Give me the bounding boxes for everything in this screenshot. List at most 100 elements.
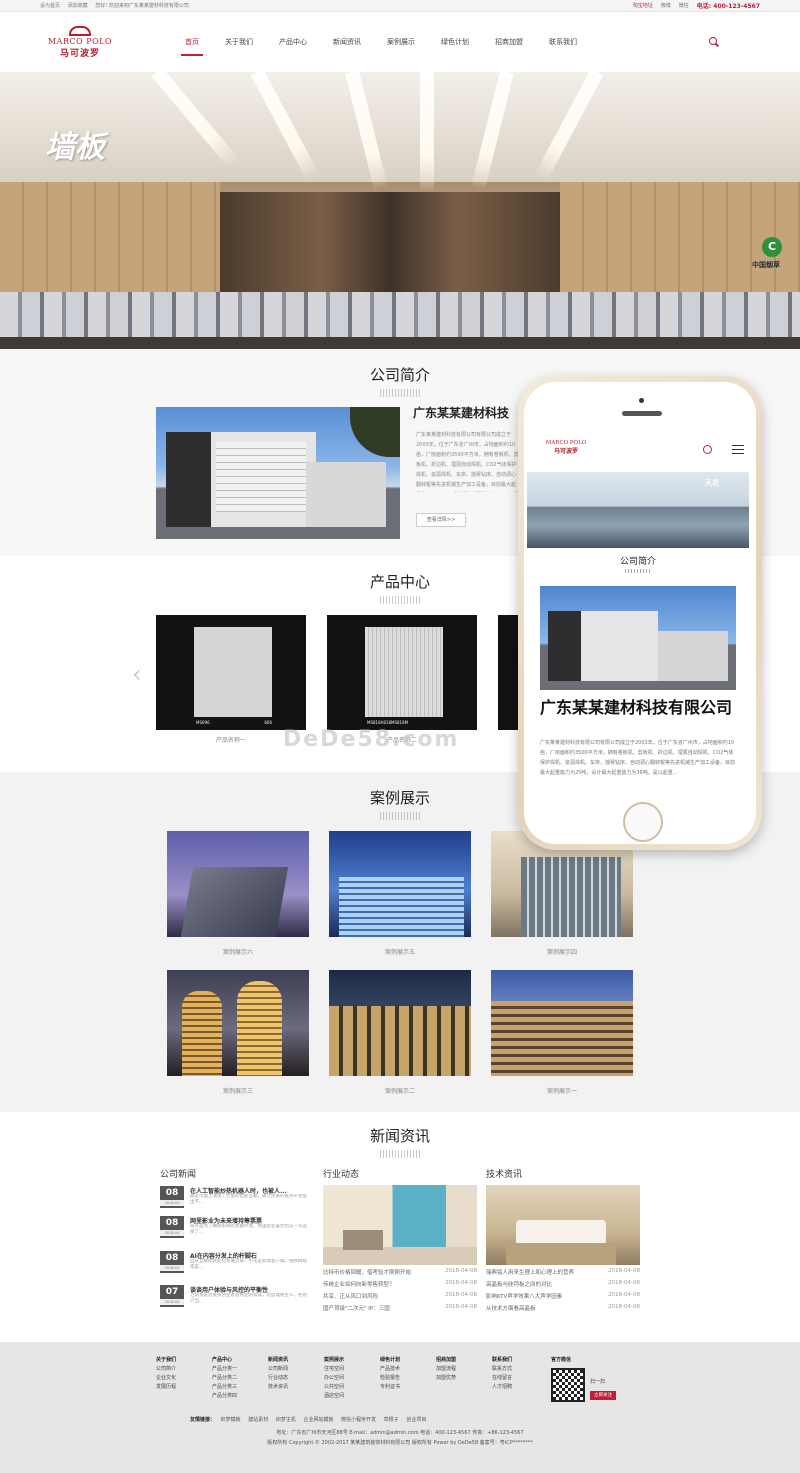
nav-item-about[interactable]: 关于我们 [215, 12, 263, 72]
footer-link[interactable]: 产品分类三 [212, 1383, 237, 1392]
case-image[interactable] [167, 970, 309, 1076]
footer-link[interactable]: 联系方式 [492, 1365, 512, 1374]
tech-news-line[interactable]: 瑞典铭人用来生理上和心理上的营养 2018-04-08 [486, 1268, 640, 1278]
friend-link[interactable]: 建站素材 [248, 1417, 268, 1423]
friend-link[interactable]: 企业网站模板 [303, 1417, 333, 1423]
footer-link[interactable]: 在线留言 [492, 1374, 512, 1383]
footer-link[interactable]: 技术资讯 [268, 1383, 288, 1392]
company-news-item[interactable]: 08 2018-04 AI在内容分发上的杆脚石 自从互联网商业化发展以来，不论是新… [160, 1251, 310, 1273]
industry-news-line[interactable]: 国产顶级"二次元" IP：三国 2018-04-08 [323, 1304, 477, 1314]
news-line-title[interactable]: 瑞典铭人用来生理上和心理上的营养 [486, 1270, 574, 1276]
nav-item-green-plan[interactable]: 绿色计划 [431, 12, 479, 72]
search-icon[interactable] [708, 36, 720, 48]
footer-link[interactable]: 产品分类二 [212, 1374, 237, 1383]
footer-link[interactable]: 酒店空间 [324, 1392, 344, 1401]
nav-item-home[interactable]: 首页 [175, 12, 209, 72]
mobile-banner[interactable]: 天花 [527, 472, 749, 548]
nav-item-cases[interactable]: 案例展示 [377, 12, 425, 72]
wechat-link[interactable]: 微信 [679, 2, 689, 9]
footer-link[interactable]: 行业动态 [268, 1374, 288, 1383]
news-line-title[interactable]: 高晶板与硅钙板之间的对比 [486, 1282, 552, 1288]
footer-link[interactable]: 公司简介 [156, 1365, 176, 1374]
case-image[interactable] [329, 970, 471, 1076]
industry-news-line[interactable]: 传统企业如何向新零售转型？ 2018-04-08 [323, 1280, 477, 1290]
taobao-link[interactable]: 淘宝地址 [633, 2, 653, 9]
news-line-title[interactable]: 国产顶级"二次元" IP：三国 [323, 1306, 390, 1312]
footer-link[interactable]: 办公空间 [324, 1374, 344, 1383]
company-news-item[interactable]: 08 2018-04 在人工智能炒热机器人时，也被人... 最近市面上涌现了大量的… [160, 1186, 310, 1208]
case-name[interactable]: 案例展示五 [329, 947, 471, 956]
industry-news-image[interactable] [323, 1185, 477, 1265]
view-details-button[interactable]: 查看详情>> [416, 513, 466, 527]
footer-col-heading[interactable]: 绿色计划 [380, 1356, 400, 1365]
carousel-prev-icon[interactable]: ‹ [132, 660, 146, 688]
mobile-menu-icon[interactable] [732, 445, 744, 454]
case-name[interactable]: 案例展示一 [491, 1086, 633, 1095]
footer-link[interactable]: 公司新闻 [268, 1365, 288, 1374]
industry-news-line[interactable]: 共享、正从风口到风险 2018-04-08 [323, 1292, 477, 1302]
news-line-title[interactable]: 比特币价格回暖，借考验才刚刚开始 [323, 1270, 411, 1276]
add-favorite-link[interactable]: 添加收藏 [68, 3, 88, 9]
tech-news-image[interactable] [486, 1185, 640, 1265]
nav-item-contact[interactable]: 联系我们 [539, 12, 587, 72]
footer-link[interactable]: 产品技术 [380, 1365, 400, 1374]
friend-link[interactable]: 草根子 [384, 1417, 399, 1423]
industry-news-line[interactable]: 比特币价格回暖，借考验才刚刚开始 2018-04-08 [323, 1268, 477, 1278]
footer-link[interactable]: 产品分类四 [212, 1392, 237, 1401]
footer-link[interactable]: 加盟流程 [436, 1365, 456, 1374]
set-homepage-link[interactable]: 设为首页 [40, 3, 60, 9]
tech-news-line[interactable]: 影响KTV声学效果八大声学因素 2018-04-08 [486, 1292, 640, 1302]
industry-news-title[interactable]: 行业动态 [323, 1167, 359, 1180]
product-card[interactable]: MS818A818MS818M [327, 615, 477, 730]
tech-news-line[interactable]: 高晶板与硅钙板之间的对比 2018-04-08 [486, 1280, 640, 1290]
friend-link[interactable]: 创业项目 [406, 1417, 426, 1423]
friend-link[interactable]: 微信小程序开发 [341, 1417, 376, 1423]
mobile-search-icon[interactable] [703, 445, 712, 454]
weibo-link[interactable]: 微博 [661, 2, 671, 9]
news-line-title[interactable]: 影响KTV声学效果八大声学因素 [486, 1294, 562, 1300]
footer-col-heading[interactable]: 招商加盟 [436, 1356, 456, 1365]
product-code: MS696 666 [196, 720, 272, 725]
case-name[interactable]: 案例展示六 [167, 947, 309, 956]
friend-link[interactable]: 织梦模板 [221, 1417, 241, 1423]
site-logo[interactable]: MARCO POLO 马可波罗 [40, 25, 120, 59]
welcome-text: 您好! 欢迎来到广东某某建材科技有限公司 [95, 3, 189, 9]
nav-item-news[interactable]: 新闻资讯 [323, 12, 371, 72]
case-name[interactable]: 案例展示三 [167, 1086, 309, 1095]
footer-link[interactable]: 公共空间 [324, 1383, 344, 1392]
follow-button[interactable]: 立即关注 [590, 1391, 616, 1400]
news-line-title[interactable]: 从技术方面看高晶板 [486, 1306, 536, 1312]
mobile-logo[interactable]: MARCO POLO 马可波罗 [541, 440, 591, 455]
footer-col-heading[interactable]: 案例展示 [324, 1356, 344, 1365]
company-news-title[interactable]: 公司新闻 [160, 1167, 196, 1180]
friend-link[interactable]: 织梦主机 [276, 1417, 296, 1423]
footer-link[interactable]: 住宅空间 [324, 1365, 344, 1374]
footer-link[interactable]: 发展历程 [156, 1383, 176, 1392]
footer-col-heading[interactable]: 联系我们 [492, 1356, 512, 1365]
case-image[interactable] [491, 970, 633, 1076]
footer-link[interactable]: 企业文化 [156, 1374, 176, 1383]
case-name[interactable]: 案例展示四 [491, 947, 633, 956]
news-line-title[interactable]: 传统企业如何向新零售转型？ [323, 1282, 395, 1288]
footer-link[interactable]: 检验报告 [380, 1374, 400, 1383]
footer-col-heading[interactable]: 产品中心 [212, 1356, 237, 1365]
nav-item-products[interactable]: 产品中心 [269, 12, 317, 72]
product-card[interactable]: MS696 666 [156, 615, 306, 730]
footer-link[interactable]: 专利证书 [380, 1383, 400, 1392]
product-code-left: MS696 [196, 720, 210, 725]
company-news-item[interactable]: 08 2018-04 网里影业为未来增持筹票票 或许是为了确保影响的票额环境，网里… [160, 1216, 310, 1238]
case-image[interactable] [167, 831, 309, 937]
footer-link[interactable]: 加盟优势 [436, 1374, 456, 1383]
footer-col-heading[interactable]: 新闻资讯 [268, 1356, 288, 1365]
case-image[interactable] [329, 831, 471, 937]
hero-banner[interactable]: 墙板 C 中国烟草 [0, 72, 800, 349]
tech-news-title[interactable]: 技术资讯 [486, 1167, 522, 1180]
news-line-title[interactable]: 共享、正从风口到风险 [323, 1294, 378, 1300]
footer-col-heading[interactable]: 关于我们 [156, 1356, 176, 1365]
tech-news-line[interactable]: 从技术方面看高晶板 2018-04-08 [486, 1304, 640, 1314]
footer-link[interactable]: 人才招聘 [492, 1383, 512, 1392]
company-news-item[interactable]: 07 2018-04 谈谈用户体验与风控的平衡性 之前我说过很多创业者容易犯的错误… [160, 1285, 310, 1307]
footer-link[interactable]: 产品分类一 [212, 1365, 237, 1374]
nav-item-franchise[interactable]: 招商加盟 [485, 12, 533, 72]
case-name[interactable]: 案例展示二 [329, 1086, 471, 1095]
